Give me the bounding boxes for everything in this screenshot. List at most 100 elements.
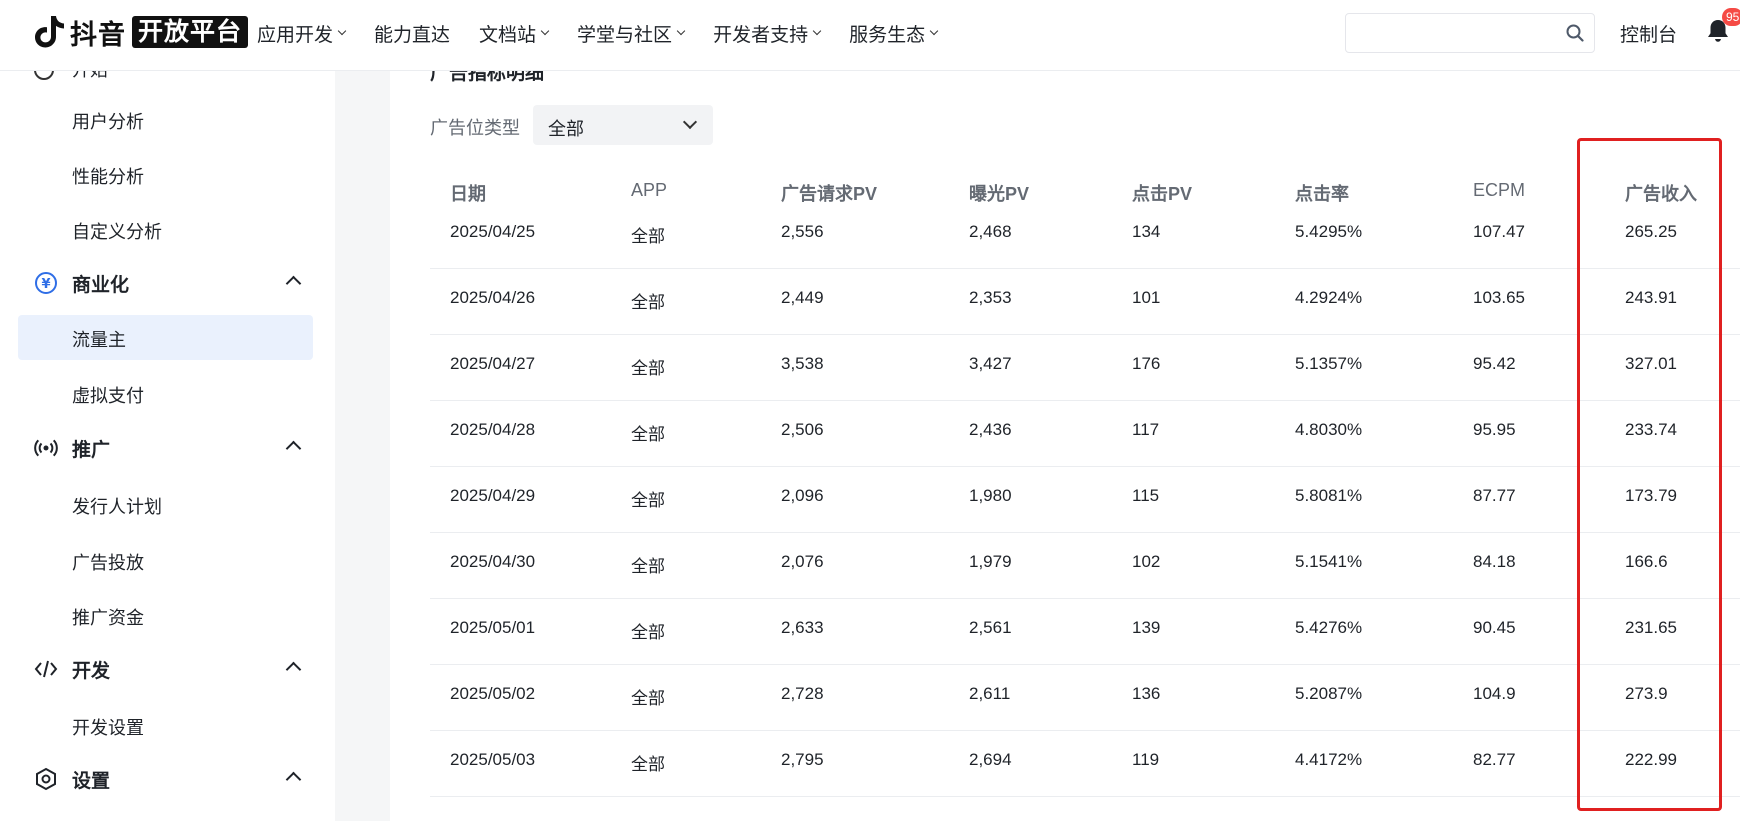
cell-app: 全部	[631, 491, 665, 510]
chevron-down-icon	[812, 26, 822, 36]
cell-ad-revenue: 173.79	[1625, 486, 1677, 505]
brand-name: 抖音	[70, 19, 126, 50]
chevron-up-icon	[285, 661, 302, 678]
chevron-down-icon	[337, 26, 347, 36]
sidebar-group-commerce[interactable]: ¥ 商业化	[34, 268, 302, 298]
cell-date: 2025/05/02	[450, 684, 536, 703]
cell-impression-pv: 2,694	[969, 750, 1012, 769]
table-row: 2025/05/02 全部 2,728 2,611 136 5.2087% 104.9 273…	[430, 664, 1740, 731]
sidebar-item-virtual-pay[interactable]: 虚拟支付	[72, 382, 144, 408]
cell-app: 全部	[631, 557, 665, 576]
cell-app: 全部	[631, 623, 665, 642]
cell-click-pv: 139	[1132, 618, 1161, 637]
top-header: 抖音 开放平台 应用开发 能力直达 文档站 学堂与社区 开发者支持 服务生态 控…	[0, 0, 1740, 71]
cell-app: 全部	[631, 359, 665, 378]
sidebar-item-dev-settings[interactable]: 开发设置	[72, 714, 144, 740]
sidebar-item-custom-analysis[interactable]: 自定义分析	[72, 218, 162, 244]
cell-click-pv: 101	[1132, 288, 1161, 307]
cell-click-pv: 136	[1132, 684, 1161, 703]
col-ecpm[interactable]: ECPM	[1473, 180, 1525, 201]
cell-app: 全部	[631, 293, 665, 312]
cell-ecpm: 107.47	[1473, 222, 1525, 241]
nav-docs[interactable]: 文档站	[479, 20, 550, 47]
cell-app: 全部	[631, 755, 665, 774]
sidebar-item-promo-funds[interactable]: 推广资金	[72, 604, 144, 630]
content-gutter	[335, 70, 390, 821]
cell-impression-pv: 2,436	[969, 420, 1012, 439]
table-row: 2025/04/27 全部 3,538 3,427 176 5.1357% 95.42 327…	[430, 334, 1740, 401]
table-row: 2025/04/25 全部 2,556 2,468 134 5.4295% 107.47 26…	[430, 202, 1740, 269]
table-row: 2025/04/26 全部 2,449 2,353 101 4.2924% 103.65 24…	[430, 268, 1740, 335]
cell-impression-pv: 2,611	[969, 684, 1011, 703]
code-icon	[34, 657, 58, 681]
chevron-up-icon	[285, 275, 302, 292]
cell-app: 全部	[631, 227, 665, 246]
sidebar-item-ad-delivery[interactable]: 广告投放	[72, 549, 144, 575]
search-icon[interactable]	[1566, 24, 1584, 42]
sidebar-item-traffic-owner[interactable]: 流量主	[72, 326, 126, 352]
cell-click-pv: 102	[1132, 552, 1161, 571]
sidebar-item-publisher-plan[interactable]: 发行人计划	[72, 493, 162, 519]
cell-ecpm: 95.42	[1473, 354, 1516, 373]
nav-capabilities[interactable]: 能力直达	[374, 20, 450, 47]
search-input[interactable]	[1358, 15, 1562, 53]
cell-impression-pv: 1,980	[969, 486, 1012, 505]
cell-ctr: 4.4172%	[1295, 750, 1363, 769]
notification-badge: 95	[1722, 8, 1740, 26]
cell-ecpm: 90.45	[1473, 618, 1516, 637]
col-app[interactable]: APP	[631, 180, 667, 201]
cell-ecpm: 82.77	[1473, 750, 1516, 769]
table-row: 2025/04/29 全部 2,096 1,980 115 5.8081% 87.77 173…	[430, 466, 1740, 533]
cell-date: 2025/04/30	[450, 552, 536, 571]
cell-date: 2025/05/01	[450, 618, 536, 637]
sidebar-active-highlight	[18, 315, 313, 360]
cell-ad-request-pv: 2,728	[781, 684, 824, 703]
yuan-icon: ¥	[34, 271, 58, 295]
section-title: 广告指标明细	[430, 70, 545, 84]
nav-app-dev[interactable]: 应用开发	[257, 20, 347, 47]
sidebar-item-perf-analysis[interactable]: 性能分析	[72, 163, 144, 189]
cell-ctr: 5.1541%	[1295, 552, 1363, 571]
sidebar-group-dev[interactable]: 开发	[34, 654, 302, 684]
cell-impression-pv: 2,468	[969, 222, 1012, 241]
console-link[interactable]: 控制台	[1620, 20, 1677, 47]
search-box	[1345, 13, 1595, 53]
table-row: 2025/04/28 全部 2,506 2,436 117 4.8030% 95.95 233…	[430, 400, 1740, 467]
cell-ctr: 5.4295%	[1295, 222, 1363, 241]
cell-date: 2025/04/28	[450, 420, 536, 439]
cell-ad-request-pv: 2,449	[781, 288, 824, 307]
nav-dev-support[interactable]: 开发者支持	[713, 20, 822, 47]
sidebar-group-promotion[interactable]: 推广	[34, 433, 302, 463]
ad-type-select[interactable]: 全部	[533, 105, 713, 145]
cell-ad-request-pv: 2,506	[781, 420, 824, 439]
cell-ecpm: 103.65	[1473, 288, 1525, 307]
cell-ecpm: 95.95	[1473, 420, 1516, 439]
cell-ecpm: 104.9	[1473, 684, 1516, 703]
cell-app: 全部	[631, 689, 665, 708]
cell-ad-request-pv: 2,633	[781, 618, 824, 637]
sidebar-group-settings[interactable]: 设置	[34, 764, 302, 794]
nav-ecosystem[interactable]: 服务生态	[849, 20, 939, 47]
cell-ctr: 4.2924%	[1295, 288, 1363, 307]
sidebar-item-user-analysis[interactable]: 用户分析	[72, 108, 144, 134]
cell-ctr: 4.8030%	[1295, 420, 1363, 439]
brand-logo[interactable]: 抖音 开放平台	[34, 14, 249, 50]
chevron-up-icon	[285, 771, 302, 788]
cell-ad-request-pv: 2,795	[781, 750, 824, 769]
cell-click-pv: 119	[1132, 750, 1160, 769]
broadcast-icon	[34, 436, 58, 460]
sidebar-item-start[interactable]: 开始	[72, 70, 108, 82]
nav-academy[interactable]: 学堂与社区	[577, 20, 686, 47]
cell-impression-pv: 2,561	[969, 618, 1012, 637]
cell-ecpm: 87.77	[1473, 486, 1516, 505]
cell-ctr: 5.1357%	[1295, 354, 1363, 373]
cell-ctr: 5.4276%	[1295, 618, 1363, 637]
top-nav: 应用开发 能力直达 文档站 学堂与社区 开发者支持 服务生态	[257, 0, 966, 66]
cell-date: 2025/05/03	[450, 750, 536, 769]
sidebar: 开始 用户分析 性能分析 自定义分析 ¥ 商业化 流量主 虚拟支付 推广 发行人…	[0, 70, 335, 821]
cell-ad-revenue: 166.6	[1625, 552, 1668, 571]
start-icon	[34, 70, 54, 80]
main-content: 广告指标明细 广告位类型 全部 日期 APP 广告请求PV 曝光PV 点击PV …	[390, 70, 1740, 821]
table-row: 2025/04/30 全部 2,076 1,979 102 5.1541% 84.18 166…	[430, 532, 1740, 599]
cell-ad-request-pv: 2,076	[781, 552, 824, 571]
